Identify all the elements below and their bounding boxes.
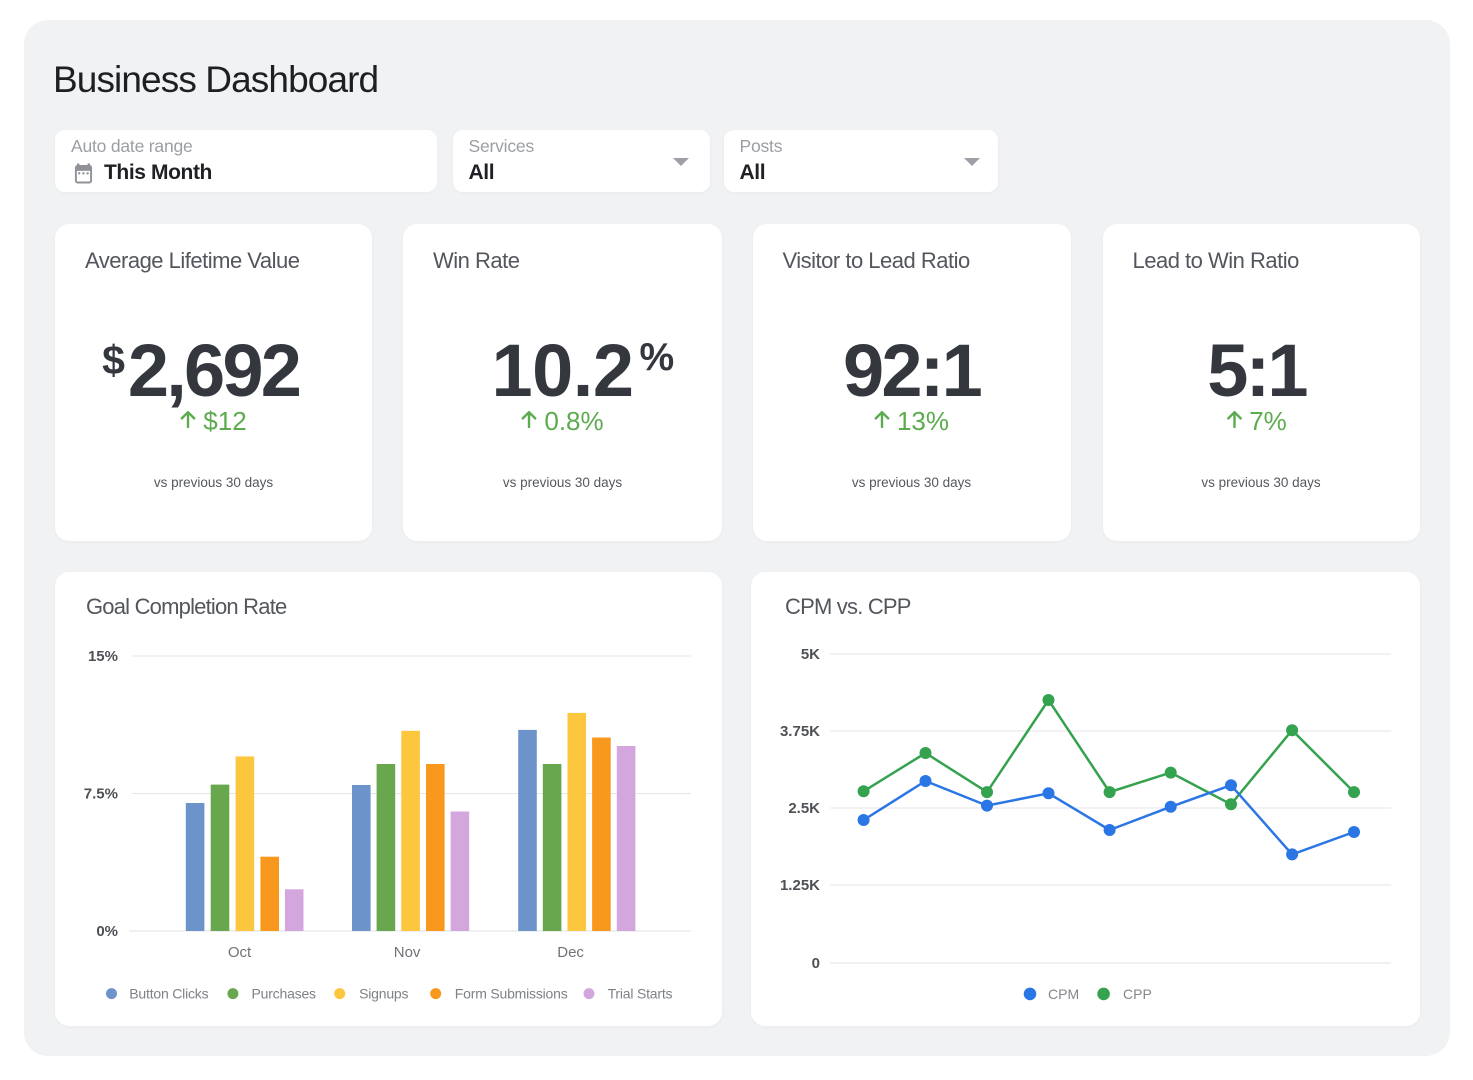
svg-text:2.5K: 2.5K: [788, 800, 820, 817]
svg-text:0: 0: [812, 955, 820, 972]
svg-text:Nov: Nov: [394, 944, 421, 961]
svg-text:CPM: CPM: [1048, 986, 1079, 1002]
svg-text:Purchases: Purchases: [252, 986, 317, 1002]
svg-text:0%: 0%: [96, 923, 118, 940]
svg-text:Oct: Oct: [228, 944, 252, 961]
svg-text:7.5%: 7.5%: [84, 786, 118, 803]
svg-text:5K: 5K: [801, 646, 820, 663]
svg-text:CPP: CPP: [1123, 986, 1152, 1002]
svg-text:3.75K: 3.75K: [780, 723, 820, 740]
svg-text:Form Submissions: Form Submissions: [455, 986, 568, 1002]
svg-text:15%: 15%: [88, 648, 118, 665]
svg-text:1.25K: 1.25K: [780, 877, 820, 894]
svg-text:Dec: Dec: [557, 944, 584, 961]
svg-text:Trial Starts: Trial Starts: [608, 986, 673, 1002]
svg-text:Signups: Signups: [359, 986, 408, 1002]
svg-text:Button Clicks: Button Clicks: [129, 986, 208, 1002]
